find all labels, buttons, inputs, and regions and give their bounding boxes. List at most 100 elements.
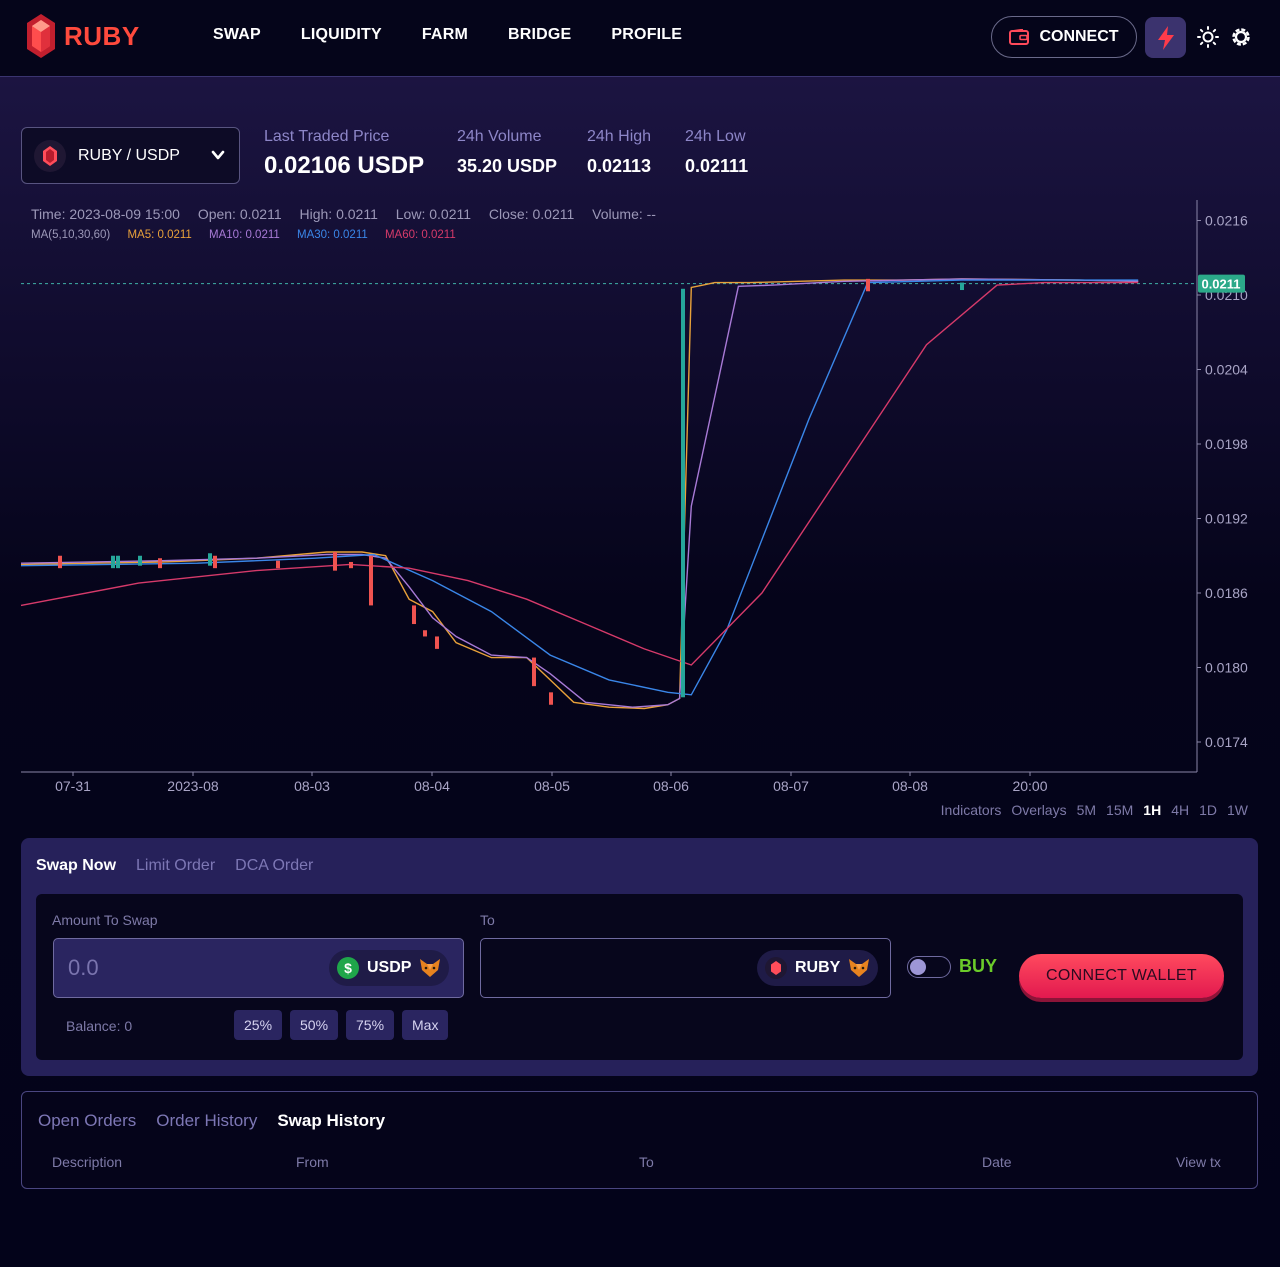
x-tick-label: 08-06	[653, 778, 689, 794]
volume-value: 35.20 USDP	[457, 156, 558, 176]
candle-down	[58, 555, 62, 569]
from-token-selector[interactable]: $ USDP	[329, 950, 450, 986]
x-tick-label: 08-03	[294, 778, 330, 794]
interval-1h[interactable]: 1H	[1143, 802, 1161, 818]
balance-text: Balance: 0	[66, 1018, 133, 1034]
last-price-label: Last Traded Price	[264, 128, 390, 145]
history-tabs: Open Orders Order History Swap History	[38, 1111, 385, 1131]
pair-label: RUBY / USDP	[78, 146, 180, 164]
high-value: 0.02113	[587, 156, 652, 176]
to-field[interactable]: RUBY	[480, 938, 891, 998]
low-stat: 24h Low 0.02111	[685, 128, 748, 177]
x-tick-label: 08-07	[773, 778, 809, 794]
connect-button[interactable]: CONNECT	[991, 16, 1137, 58]
x-tick-label: 07-31	[55, 778, 91, 794]
candle-up	[681, 288, 685, 698]
high-label: 24h High	[587, 128, 652, 145]
low-label: 24h Low	[685, 128, 746, 145]
tab-dca-order[interactable]: DCA Order	[235, 857, 313, 875]
candle-down	[158, 558, 162, 569]
price-chart[interactable]: 0.02160.02100.02040.01980.01920.01860.01…	[0, 195, 1280, 800]
nav-swap[interactable]: SWAP	[213, 26, 261, 44]
nav-links: SWAP LIQUIDITY FARM BRIDGE PROFILE	[213, 26, 722, 44]
x-tick-label: 2023-08	[167, 778, 219, 794]
pct-50-button[interactable]: 50%	[290, 1010, 339, 1040]
dollar-coin-icon: $	[337, 957, 359, 979]
sun-icon[interactable]	[1197, 26, 1219, 48]
chevron-down-icon	[211, 150, 225, 160]
pct-25-button[interactable]: 25%	[234, 1010, 283, 1040]
amount-label: Amount To Swap	[52, 912, 158, 928]
series-line-ma10	[20, 278, 1139, 708]
interval-5m[interactable]: 5M	[1077, 802, 1096, 818]
interval-1d[interactable]: 1D	[1199, 802, 1217, 818]
candle-down	[276, 560, 280, 569]
tab-swap-now[interactable]: Swap Now	[36, 857, 116, 875]
candle-down	[412, 605, 416, 625]
col-view-tx: View tx	[1176, 1154, 1221, 1170]
gear-icon[interactable]	[1229, 25, 1253, 49]
to-token-selector[interactable]: RUBY	[757, 950, 879, 986]
col-from: From	[296, 1154, 329, 1170]
y-tick-label: 0.0180	[1205, 660, 1248, 676]
fox-icon[interactable]	[848, 958, 870, 978]
y-tick-label: 0.0186	[1205, 585, 1248, 601]
connect-wallet-button[interactable]: CONNECT WALLET	[1019, 954, 1224, 998]
swap-panel: Swap Now Limit Order DCA Order Amount To…	[21, 838, 1258, 1076]
candle-down	[549, 692, 553, 705]
y-tick-label: 0.0216	[1205, 213, 1248, 229]
nav-bridge[interactable]: BRIDGE	[508, 26, 571, 44]
volume-label: 24h Volume	[457, 128, 542, 145]
tab-limit-order[interactable]: Limit Order	[136, 857, 215, 875]
y-tick-label: 0.0198	[1205, 436, 1248, 452]
interval-1w[interactable]: 1W	[1227, 802, 1248, 818]
buy-sell-toggle[interactable]	[907, 956, 951, 978]
fox-icon[interactable]	[419, 958, 441, 978]
candle-down	[369, 555, 373, 606]
lightning-icon	[1157, 25, 1174, 50]
candle-down	[532, 657, 536, 687]
high-stat: 24h High 0.02113	[587, 128, 651, 177]
ruby-gem-icon	[27, 14, 55, 58]
pct-max-button[interactable]: Max	[402, 1010, 449, 1040]
col-to: To	[639, 1154, 654, 1170]
x-tick-label: 08-05	[534, 778, 570, 794]
top-nav: RUBY SWAP LIQUIDITY FARM BRIDGE PROFILE …	[0, 0, 1280, 77]
col-description: Description	[52, 1154, 123, 1170]
series-line-ma5	[20, 278, 1139, 710]
amount-input[interactable]	[68, 953, 308, 983]
interval-15m[interactable]: 15M	[1106, 802, 1133, 818]
interval-4h[interactable]: 4H	[1171, 802, 1189, 818]
pct-75-button[interactable]: 75%	[346, 1010, 395, 1040]
x-tick-label: 20:00	[1012, 778, 1047, 794]
candle-down	[866, 278, 870, 292]
nav-farm[interactable]: FARM	[422, 26, 468, 44]
indicators-button[interactable]: Indicators	[941, 802, 1002, 818]
pair-selector[interactable]: RUBY / USDP	[21, 127, 240, 184]
nav-liquidity[interactable]: LIQUIDITY	[301, 26, 382, 44]
tab-swap-history[interactable]: Swap History	[277, 1111, 385, 1131]
nav-profile[interactable]: PROFILE	[611, 26, 682, 44]
brand-logo[interactable]: RUBY	[26, 14, 140, 58]
candle-down	[423, 630, 427, 637]
volume-stat: 24h Volume 35.20 USDP	[457, 128, 557, 177]
candle-down	[333, 552, 337, 571]
tab-order-history[interactable]: Order History	[156, 1111, 257, 1131]
last-price-value: 0.02106 USDP	[264, 152, 425, 179]
quick-action-button[interactable]	[1145, 17, 1186, 58]
candle-up	[208, 553, 212, 566]
candle-up	[116, 555, 120, 569]
overlays-button[interactable]: Overlays	[1011, 802, 1066, 818]
to-label: To	[480, 912, 495, 928]
tab-open-orders[interactable]: Open Orders	[38, 1111, 136, 1131]
connect-label: CONNECT	[1039, 28, 1119, 45]
x-tick-label: 08-08	[892, 778, 928, 794]
candle-up	[138, 555, 142, 566]
last-price-stat: Last Traded Price 0.02106 USDP	[264, 128, 424, 180]
series-line-ma30	[20, 279, 1139, 696]
candle-up	[960, 282, 964, 291]
candle-up	[111, 555, 115, 569]
ruby-coin-icon	[765, 957, 787, 979]
swap-form: Amount To Swap To $ USDP RUBY	[36, 894, 1243, 1060]
amount-field: $ USDP	[53, 938, 464, 998]
